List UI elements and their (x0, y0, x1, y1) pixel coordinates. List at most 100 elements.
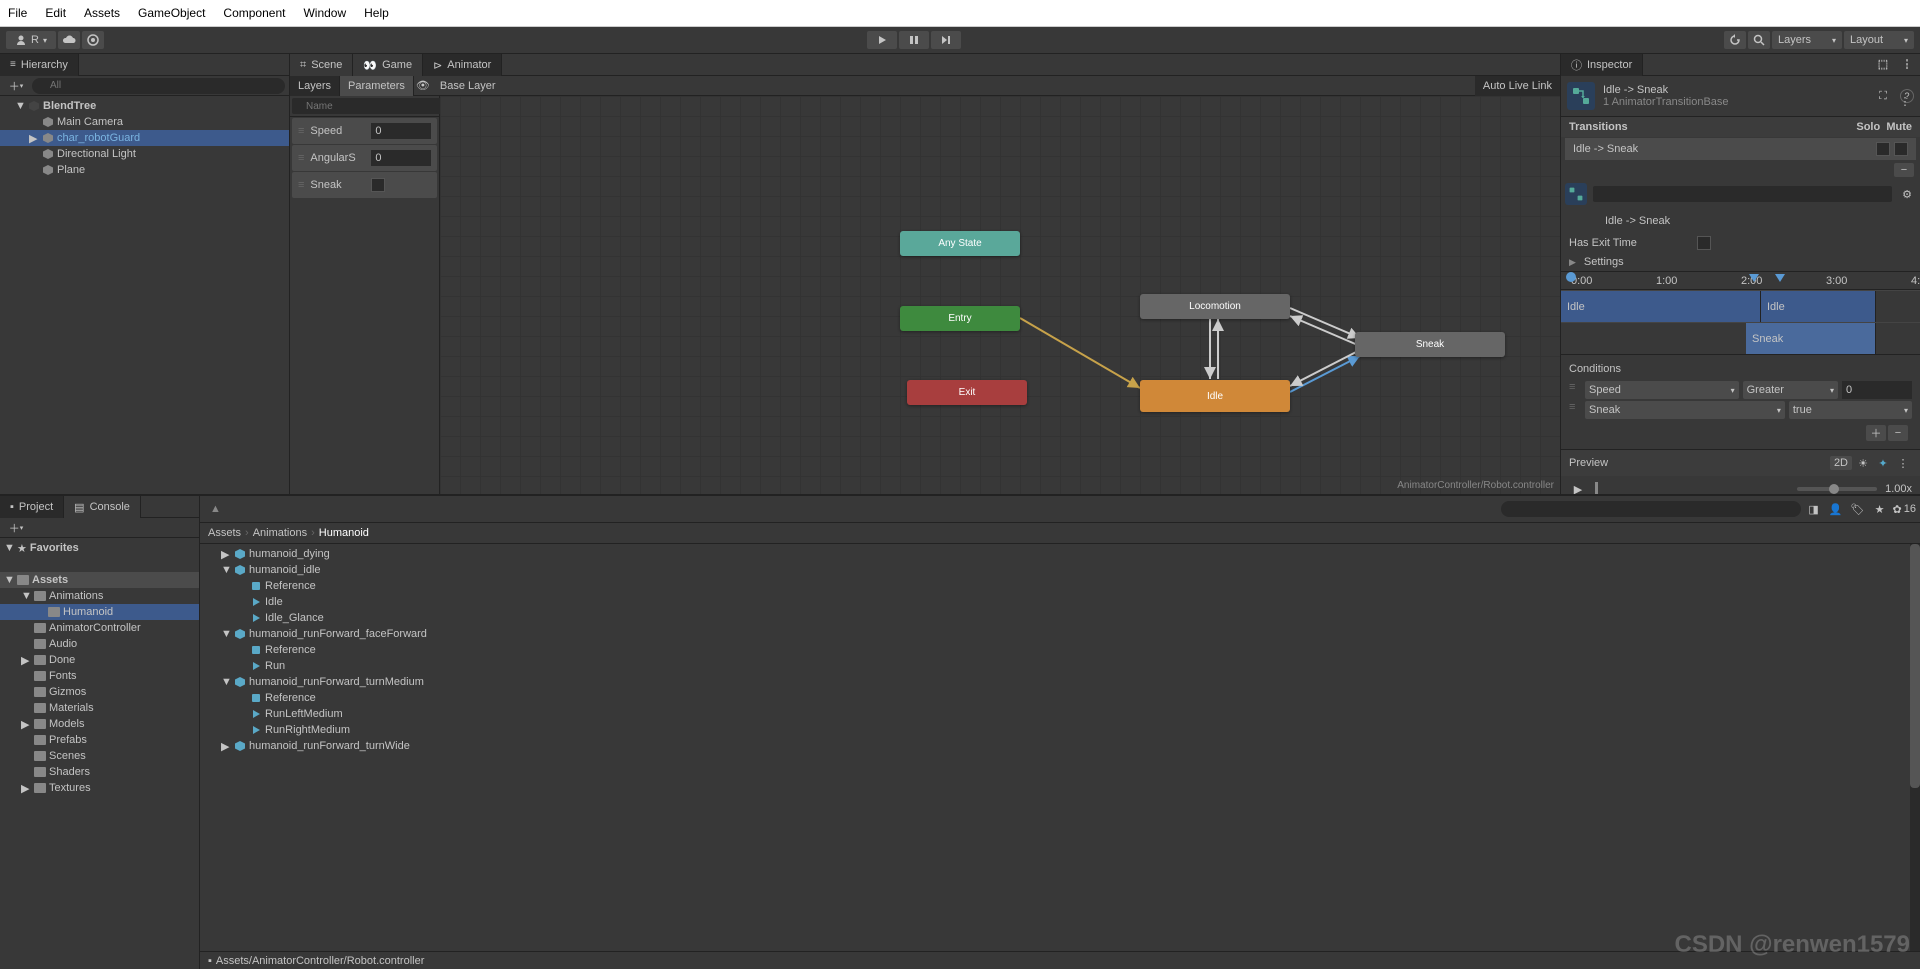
folder-item[interactable]: ▶Models (0, 716, 199, 732)
folder-item[interactable]: Audio (0, 636, 199, 652)
param-value[interactable] (371, 150, 431, 166)
menu-component[interactable]: Component (223, 6, 285, 20)
favorites-item[interactable]: ▼★ Favorites (0, 540, 199, 556)
folder-item[interactable]: ▼Animations (0, 588, 199, 604)
asset-item[interactable]: ▼humanoid_idle (200, 562, 1920, 578)
hierarchy-item[interactable]: Directional Light (0, 146, 289, 162)
menu-window[interactable]: Window (303, 6, 346, 20)
project-create-dropdown[interactable]: ＋▾ (4, 520, 28, 536)
assets-root[interactable]: ▼ Assets (0, 572, 199, 588)
add-condition-button[interactable]: ＋ (1866, 425, 1886, 441)
undo-history-button[interactable] (1724, 31, 1746, 49)
param-row[interactable]: ≡Speed (292, 118, 437, 144)
gear-icon[interactable]: ⚙ (1898, 185, 1916, 203)
condition-param-dropdown[interactable]: Speed▾ (1585, 381, 1739, 399)
remove-condition-button[interactable]: − (1888, 425, 1908, 441)
folder-item[interactable]: Fonts (0, 668, 199, 684)
timeline-clip-idle-2[interactable]: Idle (1761, 291, 1876, 322)
layout-dropdown[interactable]: Layout▾ (1844, 31, 1914, 49)
asset-item[interactable]: ▶humanoid_runForward_turnWide (200, 738, 1920, 754)
asset-item[interactable]: ▶humanoid_dying (200, 546, 1920, 562)
has-exit-time-checkbox[interactable] (1697, 236, 1711, 250)
create-dropdown[interactable]: ＋▾ (4, 78, 28, 94)
param-value[interactable] (371, 123, 431, 139)
asset-item[interactable]: RunRightMedium (200, 722, 1920, 738)
inspector-tab[interactable]: ⓘInspector (1561, 54, 1643, 76)
folder-item[interactable]: AnimatorController (0, 620, 199, 636)
layers-dropdown[interactable]: Layers▾ (1772, 31, 1842, 49)
remove-transition-button[interactable]: − (1894, 163, 1914, 177)
solo-checkbox[interactable] (1876, 142, 1890, 156)
asset-item[interactable]: Reference (200, 578, 1920, 594)
settings-label[interactable]: Settings (1584, 256, 1624, 268)
assets-search-input[interactable] (1501, 501, 1801, 517)
preview-play-button[interactable]: ▶ (1569, 480, 1587, 494)
breadcrumb-animations[interactable]: Animations (253, 527, 307, 539)
asset-item[interactable]: ▼humanoid_runForward_turnMedium (200, 674, 1920, 690)
transition-end-marker[interactable] (1775, 274, 1785, 282)
hierarchy-item-menu[interactable]: ⋮ (1896, 92, 1914, 110)
transition-list-item[interactable]: Idle -> Sneak (1565, 138, 1916, 160)
eye-icon[interactable]: 👁 (414, 77, 432, 95)
node-exit[interactable]: Exit (907, 380, 1027, 405)
breadcrumb-assets[interactable]: Assets (208, 527, 241, 539)
preview-avatar-icon[interactable]: ✦ (1874, 454, 1892, 472)
menu-file[interactable]: File (8, 6, 27, 20)
hierarchy-item[interactable]: Plane (0, 162, 289, 178)
menu-edit[interactable]: Edit (45, 6, 66, 20)
cloud-button[interactable] (58, 31, 80, 49)
node-anystate[interactable]: Any State (900, 231, 1020, 256)
hierarchy-item[interactable]: ▶char_robotGuard (0, 130, 289, 146)
parameters-button[interactable]: Parameters (340, 76, 414, 96)
timeline-clip-idle-1[interactable]: Idle (1561, 291, 1761, 322)
breadcrumb-humanoid[interactable]: Humanoid (319, 527, 369, 539)
pause-button[interactable] (899, 31, 929, 49)
play-button[interactable] (867, 31, 897, 49)
param-search[interactable] (292, 98, 446, 114)
playhead-start[interactable] (1566, 272, 1576, 282)
folder-item[interactable]: Gizmos (0, 684, 199, 700)
hierarchy-item[interactable]: ▼BlendTree (0, 98, 289, 114)
asset-item[interactable]: Run (200, 658, 1920, 674)
step-button[interactable] (931, 31, 961, 49)
layers-button[interactable]: Layers (290, 76, 340, 96)
param-checkbox[interactable] (371, 178, 385, 192)
asset-item[interactable]: Reference (200, 690, 1920, 706)
timeline-clip-sneak[interactable]: Sneak (1746, 323, 1876, 354)
asset-item[interactable]: RunLeftMedium (200, 706, 1920, 722)
filter-star-icon[interactable]: ★ (1871, 500, 1889, 518)
animator-graph[interactable]: AnimatorController/Robot.controller Any … (440, 96, 1560, 494)
param-row[interactable]: ≡AngularS (292, 145, 437, 171)
condition-param-dropdown[interactable]: Sneak▾ (1585, 401, 1785, 419)
filter-icon[interactable]: ◨ (1805, 500, 1823, 518)
scene-tab[interactable]: ⌗Scene (290, 54, 353, 76)
folder-item[interactable]: Materials (0, 700, 199, 716)
hierarchy-search[interactable] (32, 78, 285, 94)
scrollbar[interactable] (1910, 544, 1920, 951)
animator-tab[interactable]: ⊳Animator (423, 54, 502, 76)
account-button[interactable]: R▾ (6, 31, 56, 49)
folder-item[interactable]: ▶Textures (0, 780, 199, 796)
auto-live-link[interactable]: Auto Live Link (1475, 76, 1560, 96)
folder-item[interactable]: Shaders (0, 764, 199, 780)
inspector-lock-icon[interactable]: ⬚ (1874, 56, 1892, 74)
folder-item[interactable]: Humanoid (0, 604, 199, 620)
mute-checkbox[interactable] (1894, 142, 1908, 156)
asset-item[interactable]: Idle_Glance (200, 610, 1920, 626)
node-entry[interactable]: Entry (900, 306, 1020, 331)
node-locomotion[interactable]: Locomotion (1140, 294, 1290, 319)
filter-type-icon[interactable]: 👤 (1827, 500, 1845, 518)
node-sneak[interactable]: Sneak (1355, 332, 1505, 357)
asset-item[interactable]: ▼humanoid_runForward_faceForward (200, 626, 1920, 642)
expand-icon[interactable]: ⛶ (1874, 87, 1892, 105)
condition-op-dropdown[interactable]: Greater▾ (1743, 381, 1838, 399)
search-button[interactable] (1748, 31, 1770, 49)
node-idle[interactable]: Idle (1140, 380, 1290, 412)
menu-help[interactable]: Help (364, 6, 389, 20)
transition-name[interactable]: Idle -> Sneak (1603, 84, 1866, 96)
preview-light-icon[interactable]: ☀ (1854, 454, 1872, 472)
transition-field[interactable] (1593, 186, 1892, 202)
menu-assets[interactable]: Assets (84, 6, 120, 20)
console-tab[interactable]: ▤Console (64, 496, 141, 518)
filter-label-icon[interactable]: 🏷 (1849, 500, 1867, 518)
